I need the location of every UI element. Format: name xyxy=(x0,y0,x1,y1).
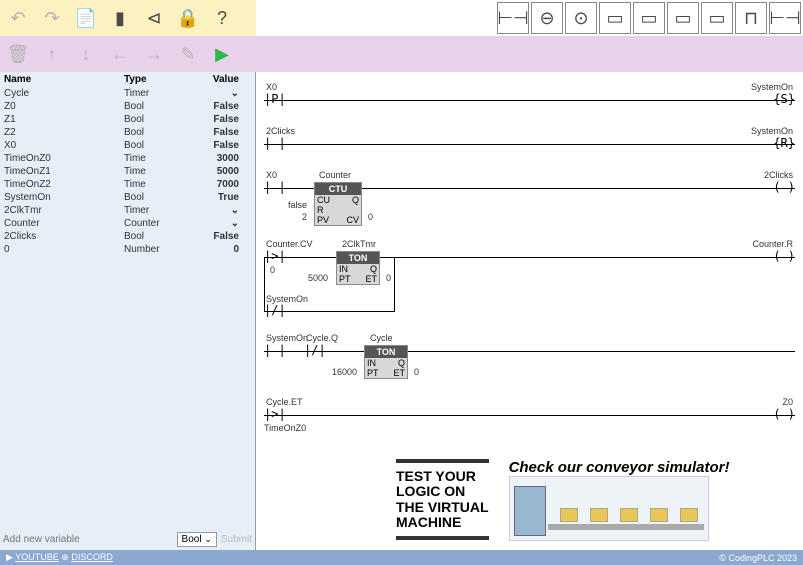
palette-block2-icon[interactable]: ▭ xyxy=(633,2,665,34)
promo-tagline: Check our conveyor simulator! xyxy=(509,459,730,476)
discord-link[interactable]: DISCORD xyxy=(71,552,113,562)
palette-block1-icon[interactable]: ▭ xyxy=(599,2,631,34)
ton-block[interactable]: TON INQ PTET xyxy=(336,251,380,285)
variable-row[interactable]: Z1BoolFalse xyxy=(0,113,255,126)
add-variable-row: Bool ⌄ Submit xyxy=(0,529,255,550)
palette-coil-icon[interactable]: ⊓ xyxy=(735,2,767,34)
add-variable-type-select[interactable]: Bool ⌄ xyxy=(177,532,217,547)
contact-label: 2Clicks xyxy=(266,126,295,136)
compare-gt[interactable]: |>| xyxy=(264,249,286,263)
variables-header: Name Type Value xyxy=(0,72,255,87)
contact-label: X0 xyxy=(266,170,277,180)
help-icon[interactable]: ? xyxy=(206,2,238,34)
coil-reset[interactable]: {R} xyxy=(773,136,795,150)
contact-p[interactable]: |P| xyxy=(264,92,286,106)
variable-row[interactable]: X0BoolFalse xyxy=(0,139,255,152)
page-icon[interactable]: ▮ xyxy=(104,2,136,34)
coil[interactable]: ( ) xyxy=(773,249,795,263)
contact-no[interactable]: | | xyxy=(264,180,286,194)
palette-branch-icon[interactable]: ⊢⊣ xyxy=(769,2,801,34)
variable-row[interactable]: SystemOnBoolTrue xyxy=(0,191,255,204)
toolbar-file: ↶ ↷ 📄 ▮ ⊲ 🔒 ? xyxy=(0,0,256,36)
compare-label: Counter.CV xyxy=(266,239,313,249)
undo-icon[interactable]: ↶ xyxy=(2,2,34,34)
variable-row[interactable]: TimeOnZ2Time7000 xyxy=(0,178,255,191)
coil-label: 2Clicks xyxy=(764,170,793,180)
ton-block[interactable]: TON INQ PTET xyxy=(364,345,408,379)
palette-block4-icon[interactable]: ▭ xyxy=(701,2,733,34)
variable-row[interactable]: TimeOnZ0Time3000 xyxy=(0,152,255,165)
add-variable-submit[interactable]: Submit xyxy=(221,534,252,545)
block-label: Counter xyxy=(319,170,351,180)
coil-label: Counter.R xyxy=(752,239,793,249)
variable-row[interactable]: Z0BoolFalse xyxy=(0,100,255,113)
palette-contact-no-icon[interactable]: ⊢⊣ xyxy=(497,2,529,34)
coil-label: SystemOn xyxy=(751,126,793,136)
down-icon[interactable]: ↓ xyxy=(70,38,102,70)
variables-panel: Name Type Value CycleTimer⌄Z0BoolFalseZ1… xyxy=(0,72,256,550)
footer-bar: ▶ YOUTUBE ⊕ DISCORD © CodingPLC 2023 xyxy=(0,550,803,565)
variable-row[interactable]: TimeOnZ1Time5000 xyxy=(0,165,255,178)
conveyor-graphic xyxy=(509,476,709,541)
coil-label: SystemOn xyxy=(751,82,793,92)
contact-no[interactable]: | | xyxy=(264,343,286,357)
block-label: 2ClkTmr xyxy=(342,239,376,249)
promo-banner[interactable]: TEST YOUR LOGIC ON THE VIRTUAL MACHINE C… xyxy=(396,457,783,542)
variable-row[interactable]: 2ClkTmrTimer⌄ xyxy=(0,204,255,217)
redo-icon[interactable]: ↷ xyxy=(36,2,68,34)
toolbar-edit: 🗑 ↑ ↓ ← → ✎ ▶ xyxy=(0,36,803,72)
ctu-block[interactable]: CTU CUQ R PVCV xyxy=(314,182,362,226)
lock-icon[interactable]: 🔒 xyxy=(172,2,204,34)
share-icon[interactable]: ⊲ xyxy=(138,2,170,34)
variable-row[interactable]: Z2BoolFalse xyxy=(0,126,255,139)
compare-gt[interactable]: |>| xyxy=(264,407,286,421)
contact-no[interactable]: | | xyxy=(264,136,286,150)
run-icon[interactable]: ▶ xyxy=(206,38,238,70)
up-icon[interactable]: ↑ xyxy=(36,38,68,70)
toolbar-palette: ⊢⊣ ⊖ ⊙ ▭ ▭ ▭ ▭ ⊓ ⊢⊣ xyxy=(256,0,803,36)
contact-nc[interactable]: |/| xyxy=(264,303,286,317)
edit-icon[interactable]: ✎ xyxy=(172,38,204,70)
contact-label: X0 xyxy=(266,82,277,92)
youtube-link[interactable]: YOUTUBE xyxy=(15,552,59,562)
contact-nc[interactable]: |/| xyxy=(304,343,326,357)
left-icon[interactable]: ← xyxy=(104,38,136,70)
palette-block3-icon[interactable]: ▭ xyxy=(667,2,699,34)
coil-set[interactable]: {S} xyxy=(773,92,795,106)
coil[interactable]: ( ) xyxy=(773,407,795,421)
right-icon[interactable]: → xyxy=(138,38,170,70)
add-variable-input[interactable] xyxy=(3,534,173,545)
file-icon[interactable]: 📄 xyxy=(70,2,102,34)
ladder-canvas[interactable]: X0 |P| SystemOn {S} 2Clicks | | SystemOn… xyxy=(256,72,803,550)
variable-row[interactable]: CycleTimer⌄ xyxy=(0,87,255,100)
variable-row[interactable]: CounterCounter⌄ xyxy=(0,217,255,230)
variable-row[interactable]: 0Number0 xyxy=(0,243,255,256)
delete-icon[interactable]: 🗑 xyxy=(2,38,34,70)
palette-contact-nc-icon[interactable]: ⊖ xyxy=(531,2,563,34)
variable-row[interactable]: 2ClicksBoolFalse xyxy=(0,230,255,243)
copyright: © CodingPLC 2023 xyxy=(719,553,797,563)
coil[interactable]: ( ) xyxy=(773,180,795,194)
palette-timer-icon[interactable]: ⊙ xyxy=(565,2,597,34)
